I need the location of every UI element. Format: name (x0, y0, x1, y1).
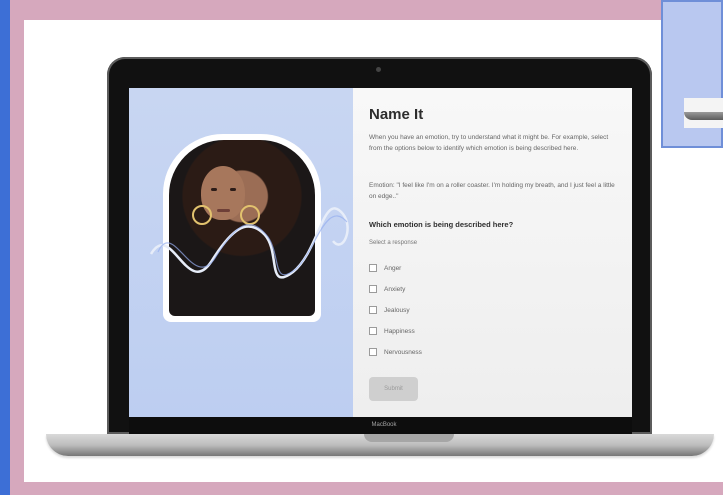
question-panel: Name It When you have an emotion, try to… (353, 88, 632, 417)
jealousy-checkbox[interactable] (369, 306, 377, 314)
laptop-brand: MacBook (371, 422, 397, 428)
laptop-notch (364, 434, 454, 442)
camera-dot (376, 67, 381, 72)
submit-button[interactable]: Submit (369, 377, 418, 401)
option-nervousness[interactable]: Nervousness (369, 346, 422, 358)
option-label: Anxiety (384, 285, 406, 293)
option-anxiety[interactable]: Anxiety (369, 283, 405, 295)
option-jealousy[interactable]: Jealousy (369, 304, 410, 316)
option-anger[interactable]: Anger (369, 262, 401, 274)
intro-text: When you have an emotion, try to underst… (369, 134, 609, 152)
option-label: Nervousness (384, 348, 422, 356)
laptop-lid: Name It When you have an emotion, try to… (107, 57, 652, 434)
option-label: Happiness (384, 327, 415, 335)
happiness-checkbox[interactable] (369, 327, 377, 335)
question-text: Which emotion is being described here? (369, 220, 514, 229)
laptop-screen: Name It When you have an emotion, try to… (129, 88, 632, 417)
emotion-description: Emotion: "I feel like I'm on a roller co… (369, 182, 615, 200)
roller-coaster-wave (149, 207, 349, 279)
select-response-label: Select a response (369, 240, 418, 246)
inset-laptop-base (684, 112, 723, 120)
illustration-panel (129, 88, 353, 417)
anxiety-checkbox[interactable] (369, 285, 377, 293)
page-title: Name It (369, 106, 424, 123)
nervousness-checkbox[interactable] (369, 348, 377, 356)
anger-checkbox[interactable] (369, 264, 377, 272)
option-label: Jealousy (384, 306, 410, 314)
screen-bezel: MacBook (129, 417, 632, 434)
option-happiness[interactable]: Happiness (369, 325, 415, 337)
laptop-base (46, 434, 714, 456)
option-label: Anger (384, 264, 402, 272)
